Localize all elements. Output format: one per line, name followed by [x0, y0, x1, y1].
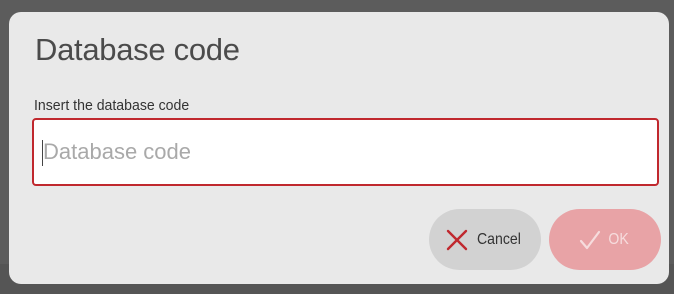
database-code-dialog: Database code Insert the database code C…: [9, 12, 669, 284]
text-caret: [42, 140, 43, 166]
close-icon: [446, 229, 468, 251]
database-code-field[interactable]: [32, 118, 659, 186]
database-code-input[interactable]: [34, 120, 657, 184]
check-icon: [579, 229, 601, 251]
cancel-label: Cancel: [477, 230, 521, 248]
database-code-label: Insert the database code: [34, 97, 190, 114]
cancel-button[interactable]: Cancel: [429, 209, 541, 270]
ok-label: OK: [608, 230, 630, 248]
dialog-title: Database code: [35, 32, 240, 67]
ok-button[interactable]: OK: [549, 209, 661, 270]
